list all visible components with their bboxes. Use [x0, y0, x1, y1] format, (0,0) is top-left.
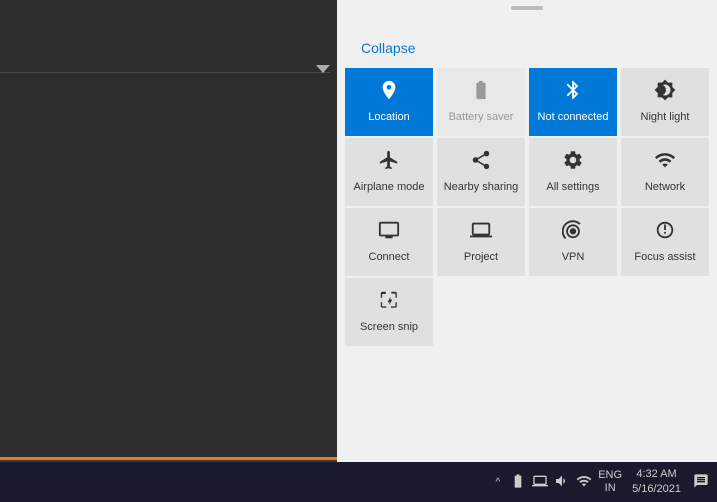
tile-bluetooth[interactable]: Not connected: [529, 68, 617, 136]
bluetooth-icon: [562, 79, 584, 107]
taskbar-volume-icon[interactable]: [554, 473, 570, 492]
tile-vpn[interactable]: VPN: [529, 208, 617, 276]
tile-night-light[interactable]: Night light: [621, 68, 709, 136]
project-icon: [470, 219, 492, 247]
bluetooth-label: Not connected: [538, 111, 609, 124]
taskbar-wifi-icon[interactable]: [576, 473, 592, 492]
connect-icon: [378, 219, 400, 247]
drag-area: [337, 0, 717, 22]
battery-icon: [470, 79, 492, 107]
settings-icon: [562, 149, 584, 177]
taskbar-notification-icon[interactable]: [693, 473, 709, 492]
action-center: Collapse Location Battery saver: [337, 0, 717, 465]
taskbar-right-area: ^ ENG IN 4:32 AM 5/16/2021: [496, 467, 709, 498]
focus-assist-label: Focus assist: [634, 251, 695, 264]
vpn-icon: [562, 219, 584, 247]
battery-saver-label: Battery saver: [449, 111, 514, 124]
taskbar-display-icon[interactable]: [532, 473, 548, 492]
taskbar: ^ ENG IN 4:32 AM 5/16/2021: [0, 462, 717, 502]
tile-airplane-mode[interactable]: Airplane mode: [345, 138, 433, 206]
taskbar-network-status-icon[interactable]: [510, 473, 526, 492]
network-icon: [654, 149, 676, 177]
tile-nearby-sharing[interactable]: Nearby sharing: [437, 138, 525, 206]
tile-focus-assist[interactable]: Focus assist: [621, 208, 709, 276]
taskbar-language[interactable]: ENG IN: [598, 469, 622, 495]
nearby-sharing-icon: [470, 149, 492, 177]
tile-battery-saver[interactable]: Battery saver: [437, 68, 525, 136]
night-light-icon: [654, 79, 676, 107]
taskbar-chevron[interactable]: ^: [496, 477, 501, 488]
airplane-mode-label: Airplane mode: [354, 181, 425, 194]
screen-snip-icon: [378, 289, 400, 317]
dropdown-arrow: [316, 65, 330, 73]
drag-handle: [511, 6, 543, 10]
left-panel: [0, 0, 337, 460]
focus-assist-icon: [654, 219, 676, 247]
separator-line: [0, 72, 330, 73]
network-label: Network: [645, 181, 685, 194]
tile-all-settings[interactable]: All settings: [529, 138, 617, 206]
tile-connect[interactable]: Connect: [345, 208, 433, 276]
location-icon: [378, 79, 400, 107]
quick-actions-grid: Location Battery saver Not connected: [337, 64, 717, 350]
connect-label: Connect: [369, 251, 410, 264]
project-label: Project: [464, 251, 498, 264]
collapse-button[interactable]: Collapse: [345, 32, 431, 64]
tile-network[interactable]: Network: [621, 138, 709, 206]
taskbar-datetime[interactable]: 4:32 AM 5/16/2021: [632, 467, 681, 498]
screen-snip-label: Screen snip: [360, 321, 418, 334]
airplane-icon: [378, 149, 400, 177]
tile-location[interactable]: Location: [345, 68, 433, 136]
all-settings-label: All settings: [546, 181, 599, 194]
tile-project[interactable]: Project: [437, 208, 525, 276]
nearby-sharing-label: Nearby sharing: [444, 181, 519, 194]
night-light-label: Night light: [641, 111, 690, 124]
tile-screen-snip[interactable]: Screen snip: [345, 278, 433, 346]
vpn-label: VPN: [562, 251, 585, 264]
location-label: Location: [368, 111, 410, 124]
